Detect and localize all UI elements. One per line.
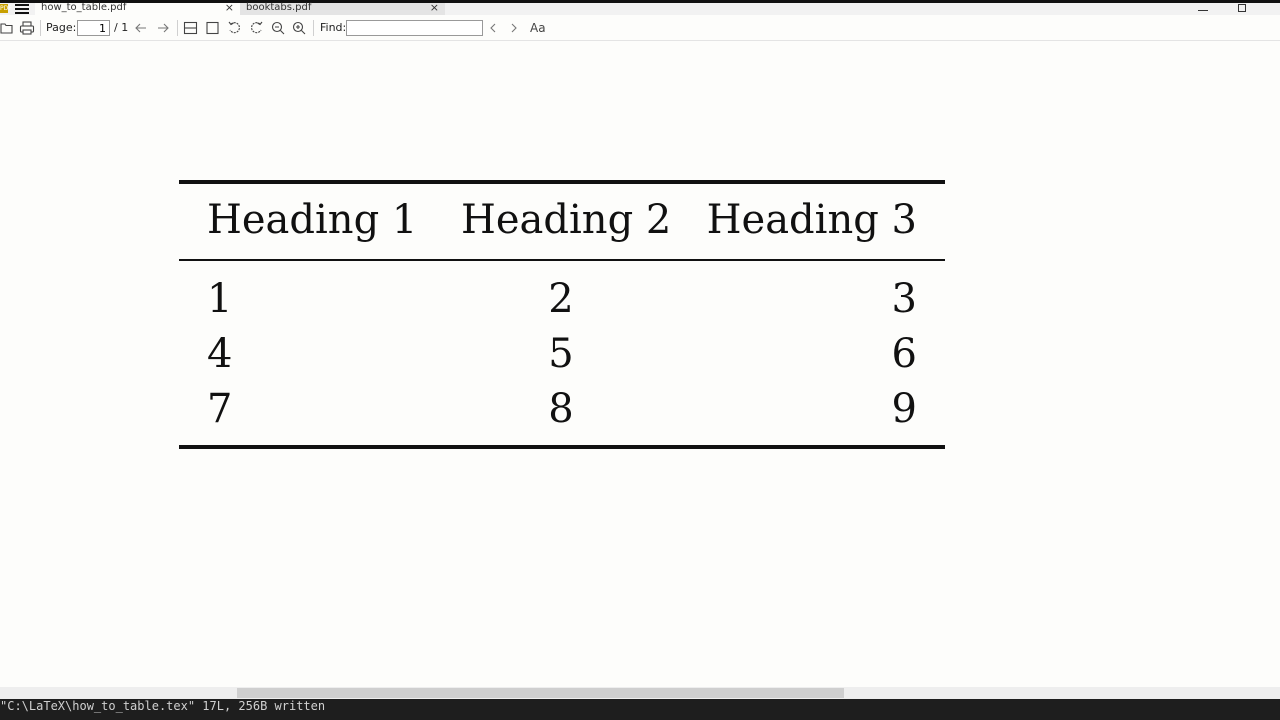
match-case-button[interactable]: Aa <box>530 20 546 36</box>
toolbar-separator <box>177 20 178 36</box>
table-cell: 2 <box>548 276 574 322</box>
rotate-left-icon[interactable] <box>227 20 242 36</box>
tab-how-to-table[interactable]: how_to_table.pdf × <box>35 2 240 15</box>
open-folder-icon[interactable] <box>0 20 13 36</box>
app-logo-icon: PDF <box>0 4 12 13</box>
table-header-cell: Heading 1 <box>207 197 418 243</box>
close-icon[interactable]: × <box>225 2 234 13</box>
maximize-icon[interactable] <box>1238 4 1246 12</box>
mid-rule <box>179 259 945 261</box>
bottom-rule <box>179 445 945 449</box>
page-total: / 1 <box>114 21 129 34</box>
table-cell: 8 <box>548 386 574 432</box>
scrollbar-thumb[interactable] <box>237 688 844 698</box>
zoom-out-icon[interactable] <box>271 20 286 36</box>
table-cell: 7 <box>207 386 233 432</box>
tab-booktabs[interactable]: booktabs.pdf × <box>240 2 445 15</box>
print-icon[interactable] <box>19 20 35 36</box>
tab-strip: PDF how_to_table.pdf × booktabs.pdf × <box>0 2 1280 15</box>
table-header-cell: Heading 3 <box>706 197 917 243</box>
tab-title: booktabs.pdf <box>246 2 312 13</box>
table-header-cell: Heading 2 <box>461 197 672 243</box>
zoom-in-icon[interactable] <box>292 20 307 36</box>
table-cell: 9 <box>891 386 917 432</box>
page-label: Page: <box>46 21 77 34</box>
find-next-icon[interactable] <box>508 20 520 36</box>
find-input[interactable] <box>346 20 483 36</box>
close-icon[interactable]: × <box>430 2 439 13</box>
rotate-right-icon[interactable] <box>249 20 264 36</box>
horizontal-scrollbar[interactable] <box>0 687 1280 699</box>
table-cell: 5 <box>548 331 574 377</box>
find-previous-icon[interactable] <box>487 20 499 36</box>
pdf-page: Heading 1 Heading 2 Heading 3 1 2 3 4 5 … <box>0 42 1280 687</box>
table-cell: 1 <box>207 276 233 322</box>
hamburger-menu-icon[interactable] <box>15 4 29 14</box>
tab-title: how_to_table.pdf <box>41 2 127 13</box>
page-number-input[interactable] <box>77 20 110 36</box>
toolbar: Page: / 1 Find: Aa <box>0 15 1280 41</box>
table-cell: 6 <box>891 331 917 377</box>
toolbar-separator <box>40 20 41 36</box>
table-cell: 3 <box>891 276 917 322</box>
previous-page-icon[interactable] <box>134 20 148 36</box>
toolbar-separator <box>313 20 314 36</box>
vim-status-line: "C:\LaTeX\how_to_table.tex" 17L, 256B wr… <box>0 699 1280 720</box>
table-cell: 4 <box>207 331 233 377</box>
next-page-icon[interactable] <box>156 20 170 36</box>
find-label: Find: <box>320 21 347 34</box>
top-rule <box>179 180 945 184</box>
fit-page-icon[interactable] <box>205 20 220 36</box>
minimize-icon[interactable] <box>1198 3 1208 11</box>
fit-width-icon[interactable] <box>183 20 198 36</box>
